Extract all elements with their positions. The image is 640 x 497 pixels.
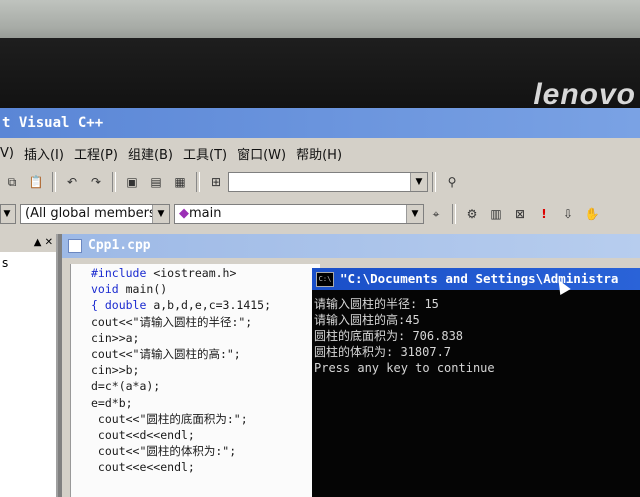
code-line: cin>>b; (91, 363, 140, 378)
find-combo[interactable]: ▼ (228, 172, 428, 192)
toolbar-separator (52, 172, 56, 192)
class-combo-value: (All global members (25, 206, 156, 221)
toolbar-separator (112, 172, 116, 192)
toolbar-separator (196, 172, 200, 192)
toolbar-separator (452, 204, 456, 224)
source-file-name: Cpp1.cpp (88, 238, 151, 253)
wizard-toolbar: ▼ (All global members ▼ ◆main ▼ ⌖ ⚙ ▥ ⊠ ! … (0, 200, 640, 228)
copy-icon[interactable]: ⧉ (2, 172, 22, 192)
standard-toolbar: ⧉ 📋 ↶ ↷ ▣ ▤ ▦ ⊞ ▼ ⚲ (0, 168, 640, 196)
wizard-action-icon[interactable]: ⌖ (426, 204, 446, 224)
code-line: cout<<d<<endl; (91, 428, 195, 443)
console-line: 圆柱的底面积为: 706.838 (314, 329, 464, 343)
console-output: 请输入圆柱的半径: 15 请输入圆柱的高:45 圆柱的底面积为: 706.838… (312, 290, 640, 376)
code-editor[interactable]: #include <iostream.h> void main() { doub… (70, 264, 320, 497)
menu-window[interactable]: 窗口(W) (237, 144, 296, 163)
monitor-bezel: lenovo (0, 38, 640, 111)
code-line: cout<<e<<endl; (91, 460, 195, 475)
console-line: 圆柱的体积为: 31807.7 (314, 345, 452, 359)
pane-controls[interactable]: ▲ ✕ (0, 234, 56, 252)
menu-build[interactable]: 组建(B) (128, 144, 183, 163)
function-combo-value: main (189, 206, 222, 221)
redo-icon[interactable]: ↷ (86, 172, 106, 192)
workspace-pane[interactable]: ▲ ✕ s (0, 234, 58, 497)
code-line: cout<<"圆柱的体积为:"; (91, 444, 237, 459)
chevron-down-icon[interactable]: ▼ (1, 205, 15, 223)
code-line: { double a,b,d,e,c=3.1415; (91, 298, 272, 313)
menu-project[interactable]: 工程(P) (74, 144, 128, 163)
chevron-down-icon[interactable]: ▼ (406, 205, 423, 223)
code-line: e=d*b; (91, 395, 133, 410)
breakpoint-icon[interactable]: ✋ (582, 204, 602, 224)
console-title-bar[interactable]: C:\ "C:\Documents and Settings\Administr… (312, 268, 640, 290)
stop-build-icon[interactable]: ⊠ (510, 204, 530, 224)
menu-insert[interactable]: 插入(I) (24, 144, 74, 163)
output-icon[interactable]: ▤ (146, 172, 166, 192)
source-file-icon (68, 239, 82, 253)
code-line: cout<<"请输入圆柱的半径:"; (91, 314, 253, 329)
compile-icon[interactable]: ⚙ (462, 204, 482, 224)
paste-icon[interactable]: 📋 (26, 172, 46, 192)
find-in-files-icon[interactable]: ⊞ (206, 172, 226, 192)
chevron-down-icon[interactable]: ▼ (410, 173, 427, 191)
window-list-icon[interactable]: ▦ (170, 172, 190, 192)
workspace-pane-text: s (2, 256, 9, 270)
build-icon[interactable]: ▥ (486, 204, 506, 224)
code-line: d=c*(a*a); (91, 379, 161, 394)
code-line: void main() (91, 282, 168, 297)
code-line: cout<<"请输入圆柱的高:"; (91, 347, 241, 362)
source-window-title: Cpp1.cpp (62, 234, 640, 258)
menu-view[interactable]: V) (0, 146, 24, 161)
execute-icon[interactable]: ! (534, 204, 554, 224)
function-combo[interactable]: ◆main ▼ (174, 204, 424, 224)
find-icon[interactable]: ⚲ (442, 172, 462, 192)
menu-bar: V) 插入(I) 工程(P) 组建(B) 工具(T) 窗口(W) 帮助(H) (0, 140, 640, 166)
scope-combo[interactable]: ▼ (0, 204, 16, 224)
toolbar-separator (432, 172, 436, 192)
code-line: #include <iostream.h> (91, 266, 237, 280)
console-icon: C:\ (316, 271, 334, 287)
menu-help[interactable]: 帮助(H) (296, 144, 352, 163)
console-line: 请输入圆柱的高:45 (314, 313, 420, 327)
class-combo[interactable]: (All global members ▼ (20, 204, 170, 224)
undo-icon[interactable]: ↶ (62, 172, 82, 192)
code-line: cin>>a; (91, 330, 140, 345)
window-title: t Visual C++ (0, 108, 640, 138)
menu-tools[interactable]: 工具(T) (183, 144, 237, 163)
code-line: cout<<"圆柱的底面积为:"; (91, 411, 248, 426)
console-title: "C:\Documents and Settings\Administra (340, 271, 619, 286)
chevron-down-icon[interactable]: ▼ (152, 205, 169, 223)
go-icon[interactable]: ⇩ (558, 204, 578, 224)
console-line: 请输入圆柱的半径: 15 (314, 297, 439, 311)
console-line: Press any key to continue (314, 361, 495, 375)
function-icon: ◆ (179, 206, 189, 221)
console-window[interactable]: C:\ "C:\Documents and Settings\Administr… (312, 268, 640, 497)
brand-logo: lenovo (533, 78, 636, 111)
workspace-icon[interactable]: ▣ (122, 172, 142, 192)
